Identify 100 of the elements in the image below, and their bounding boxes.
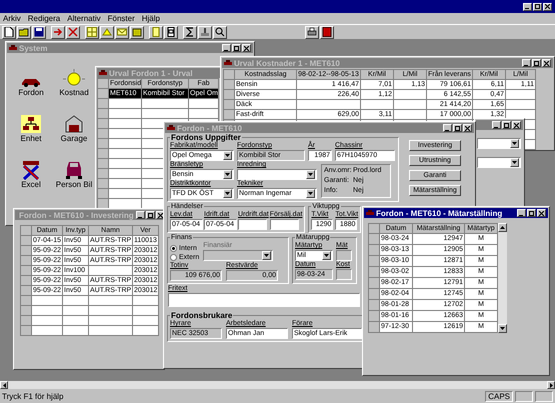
maximize-icon (535, 4, 540, 9)
scroll-left-button[interactable] (0, 381, 8, 389)
caret-icon (308, 173, 313, 176)
close-icon (465, 126, 470, 130)
scroll-up-button[interactable] (498, 223, 507, 232)
excel-icon (20, 160, 42, 180)
close-icon (244, 46, 249, 50)
dropdown-button[interactable] (322, 251, 331, 260)
up-arrow-icon (500, 226, 505, 229)
readonly-field[interactable] (336, 250, 352, 261)
combo-box[interactable] (477, 138, 521, 149)
maximize-button[interactable] (527, 209, 536, 217)
desktop-icon-label[interactable]: Enhet (20, 134, 42, 143)
minimize-button[interactable] (222, 44, 231, 52)
folder-icon (19, 27, 29, 37)
minimize-button[interactable] (492, 121, 501, 129)
toolbar-button[interactable] (149, 26, 163, 38)
maximize-button[interactable] (532, 59, 541, 67)
caret-icon (225, 192, 230, 195)
toolbar-button[interactable] (17, 26, 31, 38)
box-icon (132, 27, 142, 37)
desktop-icon-label[interactable]: Fordon (18, 88, 44, 97)
caret-icon (512, 161, 517, 164)
dropdown-button[interactable] (223, 170, 232, 179)
combo-box[interactable] (237, 169, 317, 180)
dropdown-button[interactable] (306, 189, 315, 198)
scroll-down-button[interactable] (498, 324, 507, 333)
window-title: Fordon - MET610 - Mätarställning (376, 208, 502, 218)
window-app-icon (167, 125, 175, 131)
close-icon (545, 4, 550, 9)
window-app-icon (99, 70, 107, 76)
caret-icon (225, 173, 230, 176)
menu-item[interactable]: Fönster (108, 14, 135, 23)
menu-item[interactable]: Hjälp (142, 14, 160, 23)
maximize-button[interactable] (232, 44, 241, 52)
menu-item[interactable]: Alternativ (67, 14, 101, 23)
input-field[interactable] (238, 219, 267, 230)
minimize-button[interactable] (522, 59, 531, 67)
close-button[interactable] (542, 59, 551, 67)
dropdown-button[interactable] (510, 158, 519, 167)
combo-box[interactable] (203, 250, 274, 261)
menu-item[interactable]: Arkiv (3, 14, 21, 23)
dropdown-button[interactable] (223, 151, 232, 160)
menu-item[interactable]: Redigera (28, 14, 60, 23)
horizontal-scrollbar[interactable] (0, 381, 555, 389)
maximize-button[interactable] (146, 211, 155, 219)
document-icon (4, 27, 14, 37)
toolbar-button[interactable] (51, 26, 65, 38)
close-button[interactable] (242, 44, 251, 52)
minimize-button[interactable] (443, 124, 452, 132)
close-icon (539, 210, 544, 216)
corner-cell (368, 224, 380, 234)
toolbar-button[interactable] (32, 26, 46, 38)
status-panel (515, 390, 533, 402)
desktop-icon-label[interactable]: Garage (60, 134, 88, 143)
dropdown-button[interactable] (306, 170, 315, 179)
input-field[interactable] (270, 219, 299, 230)
close-button[interactable] (512, 121, 521, 129)
vertical-scrollbar[interactable] (498, 223, 507, 333)
envelope-icon (117, 27, 127, 37)
maximize-icon (455, 126, 460, 130)
toolbar-button[interactable] (85, 26, 99, 38)
toolbar-button[interactable] (130, 26, 144, 38)
desktop-icon-label[interactable]: Excel (21, 180, 41, 189)
radio-button[interactable] (170, 254, 177, 261)
maximize-button[interactable] (453, 124, 462, 132)
dropdown-button[interactable] (223, 189, 232, 198)
sigma-icon (185, 27, 195, 37)
maximize-button[interactable] (533, 2, 542, 10)
toolbar-button[interactable] (2, 26, 16, 38)
toolbar-button[interactable] (115, 26, 129, 38)
toolbar-button[interactable] (164, 26, 178, 38)
minimize-button[interactable] (523, 2, 532, 10)
minimize-button[interactable] (136, 211, 145, 219)
readonly-field[interactable] (336, 269, 352, 280)
close-button[interactable] (537, 209, 546, 217)
desktop-icon-label[interactable]: Kostnad (59, 88, 89, 97)
toolbar-button[interactable] (305, 26, 319, 38)
close-icon (514, 122, 519, 128)
toolbar-button[interactable] (100, 26, 114, 38)
window-title: Fordon - MET610 - Investering (19, 210, 134, 220)
close-button[interactable] (543, 2, 552, 10)
toolbar-button[interactable] (320, 26, 334, 38)
dropdown-button[interactable] (510, 139, 519, 148)
dropdown-button[interactable] (262, 251, 272, 260)
toolbar-button[interactable] (66, 26, 80, 38)
close-button[interactable] (463, 124, 472, 132)
toolbar-button[interactable] (198, 26, 212, 38)
free-text-field[interactable] (168, 293, 360, 307)
maximize-icon (234, 46, 239, 50)
status-text: Tryck F1 för hjälp (2, 392, 64, 400)
scroll-right-button[interactable] (547, 381, 555, 389)
maximize-button[interactable] (502, 121, 511, 129)
combo-box[interactable] (477, 157, 521, 168)
toolbar-button[interactable] (213, 26, 227, 38)
window-title: Urval Fordon 1 - Urval (109, 68, 193, 78)
minimize-button[interactable] (517, 209, 526, 217)
desktop-icon-label[interactable]: Person Bil (56, 180, 92, 189)
radio-button[interactable] (170, 245, 177, 252)
toolbar-button[interactable] (183, 26, 197, 38)
